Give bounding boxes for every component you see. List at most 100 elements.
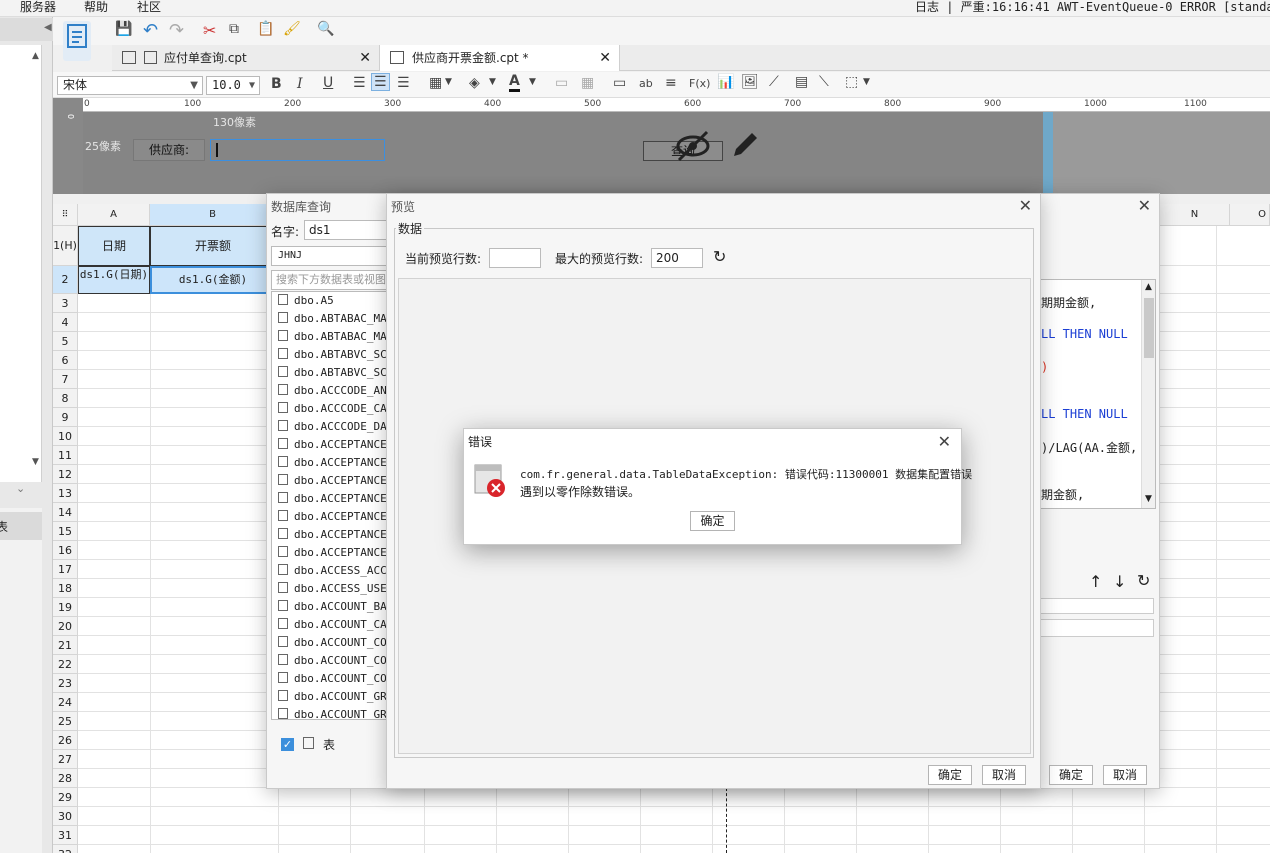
list-icon[interactable]: ≡ xyxy=(665,75,677,91)
new-template-button[interactable] xyxy=(63,21,91,61)
table-list-item[interactable]: dbo.ACCEPTANCE_NOTE xyxy=(278,508,386,526)
column-header-b[interactable]: B xyxy=(150,204,276,226)
sparkline-icon[interactable]: ⟍ xyxy=(819,74,829,90)
row-header[interactable]: 23 xyxy=(53,674,78,693)
row-header[interactable]: 31 xyxy=(53,826,78,845)
chevron-down-icon[interactable]: ▼ xyxy=(445,77,452,87)
close-icon[interactable]: ✕ xyxy=(1138,196,1151,215)
row-header[interactable]: 25 xyxy=(53,712,78,731)
menu-server[interactable]: 服务器 xyxy=(20,0,56,14)
table-list-item[interactable]: dbo.ACCOUNT_GROUP xyxy=(278,688,386,706)
table-list-item[interactable]: dbo.ACCOUNT_CATEGORY xyxy=(278,616,386,634)
table-list-item[interactable]: dbo.ACCEPTANCE_LINE xyxy=(278,472,386,490)
align-left-icon[interactable]: ☰ xyxy=(353,75,366,91)
row-header[interactable]: 15 xyxy=(53,522,78,541)
find-icon[interactable]: 🔍 xyxy=(317,21,334,37)
subreport-icon[interactable]: ▤ xyxy=(795,74,808,90)
row-header[interactable]: 28 xyxy=(53,769,78,788)
ok-button[interactable]: 确定 xyxy=(1049,765,1093,785)
table-list-item[interactable]: dbo.ACCEPTANCE_LOG xyxy=(278,490,386,508)
table-list-item[interactable]: dbo.ABTABVC_SCHEMA2 xyxy=(278,364,386,382)
row-header[interactable]: 22 xyxy=(53,655,78,674)
row-header[interactable]: 12 xyxy=(53,465,78,484)
table-checkbox[interactable]: ✓ xyxy=(281,738,294,751)
row-header[interactable]: 9 xyxy=(53,408,78,427)
table-list-item[interactable]: dbo.ACCOUNT_GROUP2 xyxy=(278,706,386,719)
tab-payable-query[interactable]: 应付单查询.cpt ✕ xyxy=(112,45,380,71)
undo-icon[interactable]: ↶ xyxy=(143,20,158,41)
connection-select[interactable]: JHNJ xyxy=(271,246,389,266)
row-header[interactable]: 13 xyxy=(53,484,78,503)
close-icon[interactable]: ✕ xyxy=(359,45,371,71)
copy-icon[interactable]: ⧉ xyxy=(229,21,239,37)
chevron-down-icon[interactable]: ▼ xyxy=(529,77,536,87)
log-status-text[interactable]: 日志 | 严重:16:16:41 AWT-EventQueue-0 ERROR … xyxy=(915,0,1270,14)
scroll-up-icon[interactable]: ▲ xyxy=(1145,282,1152,292)
table-list-item[interactable]: dbo.A5 xyxy=(278,292,386,310)
tab-supplier-invoice[interactable]: 供应商开票金额.cpt * ✕ xyxy=(380,45,620,71)
table-list[interactable]: dbo.A5 dbo.ABTABAC_MAPPING dbo.ABTABAC_MAP… xyxy=(271,291,389,720)
cancel-button[interactable]: 取消 xyxy=(982,765,1026,785)
row-header[interactable]: 32 xyxy=(53,845,78,853)
row-header[interactable]: 16 xyxy=(53,541,78,560)
row-header[interactable]: 27 xyxy=(53,750,78,769)
row-header[interactable]: 20 xyxy=(53,617,78,636)
arrow-down-icon[interactable]: ↓ xyxy=(1113,572,1126,591)
row-header[interactable]: 7 xyxy=(53,370,78,389)
bold-icon[interactable]: B xyxy=(271,76,282,92)
row-header[interactable]: 1(H) xyxy=(53,226,78,266)
ok-button[interactable]: 确定 xyxy=(928,765,972,785)
cell-b1[interactable]: 开票额 xyxy=(150,226,276,266)
row-header[interactable]: 14 xyxy=(53,503,78,522)
close-icon[interactable]: ✕ xyxy=(938,432,951,451)
row-header[interactable]: 8 xyxy=(53,389,78,408)
italic-icon[interactable]: I xyxy=(297,76,303,92)
row-header[interactable]: 4 xyxy=(53,313,78,332)
row-header[interactable]: 30 xyxy=(53,807,78,826)
select-all-corner[interactable]: ⠿ xyxy=(53,204,78,226)
save-icon[interactable]: 💾 xyxy=(115,21,132,37)
cell-a2[interactable]: ds1.G(日期) xyxy=(78,266,150,294)
scroll-down-icon[interactable]: ▼ xyxy=(1145,494,1152,504)
scroll-down-icon[interactable]: ▼ xyxy=(32,457,39,467)
max-rows-input[interactable]: 200 xyxy=(651,248,703,268)
expand-down-icon[interactable]: ⌄ xyxy=(16,482,25,495)
table-list-item[interactable]: dbo.ABTABVC_SCHEMA xyxy=(278,346,386,364)
collapse-left-icon[interactable]: ◀ xyxy=(44,22,52,33)
table-list-item[interactable]: dbo.ACCOUNT_CODE_REL xyxy=(278,670,386,688)
align-center-icon[interactable]: ☰ xyxy=(371,73,390,91)
current-rows-input[interactable] xyxy=(489,248,541,268)
menu-community[interactable]: 社区 xyxy=(137,0,161,14)
underline-icon[interactable]: U xyxy=(323,75,333,91)
cut-icon[interactable]: ✂ xyxy=(203,21,216,40)
cell-a1[interactable]: 日期 xyxy=(78,226,150,266)
scroll-thumb[interactable] xyxy=(1144,298,1154,358)
chart-icon[interactable]: 📊 xyxy=(717,74,734,90)
row-header[interactable]: 10 xyxy=(53,427,78,446)
table-list-item[interactable]: dbo.ABTABAC_MAPPING xyxy=(278,310,386,328)
arrow-up-icon[interactable]: ↑ xyxy=(1089,572,1102,591)
row-header[interactable]: 11 xyxy=(53,446,78,465)
close-icon[interactable]: ✕ xyxy=(1019,196,1032,215)
hide-icon[interactable] xyxy=(673,128,713,164)
merge-cells-icon[interactable]: ▭ xyxy=(555,75,568,91)
redo-icon[interactable]: ↷ xyxy=(169,20,184,41)
table-list-item[interactable]: dbo.ABTABAC_MAPPING2 xyxy=(278,328,386,346)
table-list-item[interactable]: dbo.ACCEPTANCE_ITEM xyxy=(278,454,386,472)
table-list-item[interactable]: dbo.ACCCODE_DATA xyxy=(278,418,386,436)
slash-icon[interactable]: ⟋ xyxy=(769,74,779,90)
fill-color-icon[interactable]: ◈ xyxy=(469,75,480,91)
chevron-down-icon[interactable]: ▼ xyxy=(863,77,870,87)
paste-icon[interactable]: 📋 xyxy=(257,21,274,37)
row-header[interactable]: 19 xyxy=(53,598,78,617)
chevron-down-icon[interactable]: ▼ xyxy=(489,77,496,87)
edit-icon[interactable] xyxy=(728,128,762,162)
ok-button[interactable]: 确定 xyxy=(690,511,735,531)
frame-icon[interactable]: ⬚ xyxy=(845,74,858,90)
supplier-input[interactable] xyxy=(210,139,385,161)
table-list-item[interactable]: dbo.ACCEPTANCE_PLAN xyxy=(278,526,386,544)
param-row[interactable] xyxy=(1040,619,1154,637)
cell-b2[interactable]: ds1.G(金额) xyxy=(150,266,276,294)
column-header-n[interactable]: N xyxy=(1160,204,1230,226)
column-header-o[interactable]: O xyxy=(1230,204,1270,226)
